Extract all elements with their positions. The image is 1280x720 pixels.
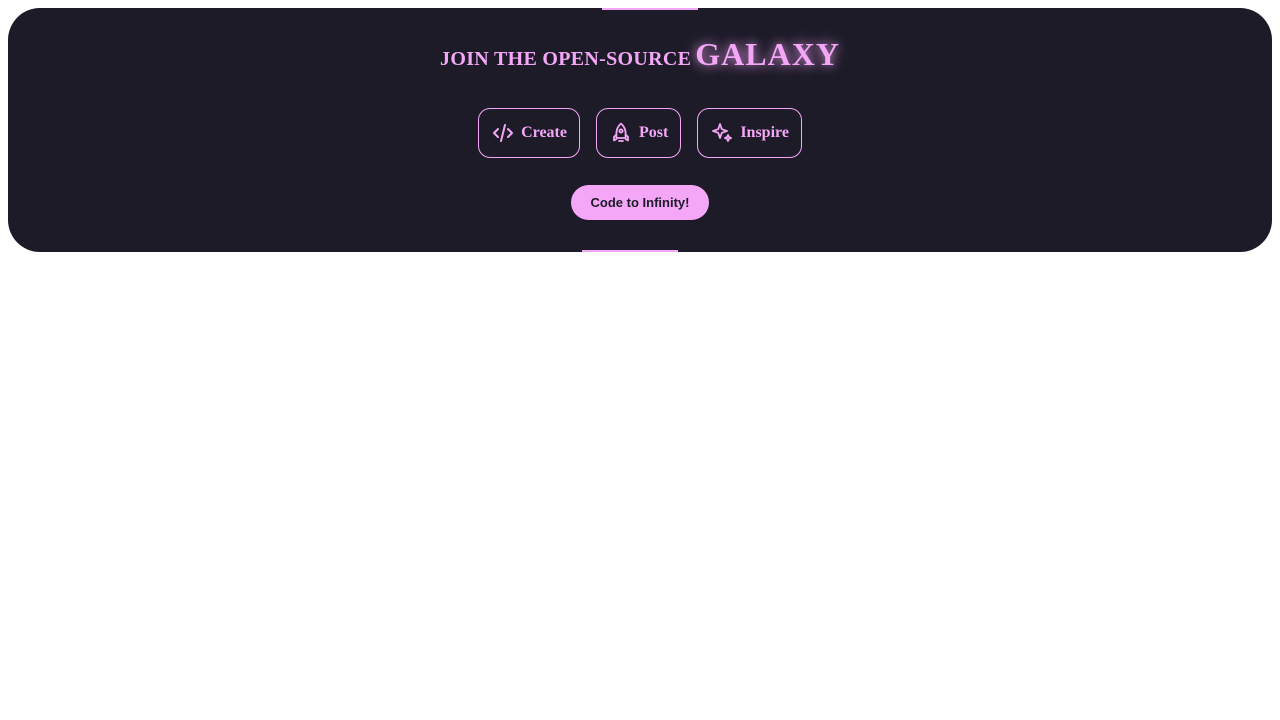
create-button[interactable]: Create (478, 108, 580, 158)
create-label: Create (521, 124, 567, 141)
headline: JOIN THE OPEN-SOURCE GALAXY (8, 36, 1272, 73)
post-label: Post (638, 124, 669, 141)
cta-container: Code to Infinity! (8, 185, 1272, 220)
bottom-accent-line (582, 250, 678, 252)
inspire-button[interactable]: Inspire (697, 108, 802, 158)
inspire-label: Inspire (740, 124, 789, 141)
headline-lead: JOIN THE OPEN-SOURCE (440, 48, 692, 70)
code-to-infinity-button[interactable]: Code to Infinity! (570, 185, 710, 220)
rocket-icon (609, 121, 633, 145)
code-icon (491, 121, 515, 145)
sparkles-icon (710, 121, 734, 145)
headline-highlight: GALAXY (695, 36, 840, 72)
top-accent-line (602, 8, 698, 10)
hero-banner: JOIN THE OPEN-SOURCE GALAXY Create Post … (8, 8, 1272, 252)
action-buttons: Create Post Inspire (8, 108, 1272, 158)
post-button[interactable]: Post (595, 108, 682, 158)
